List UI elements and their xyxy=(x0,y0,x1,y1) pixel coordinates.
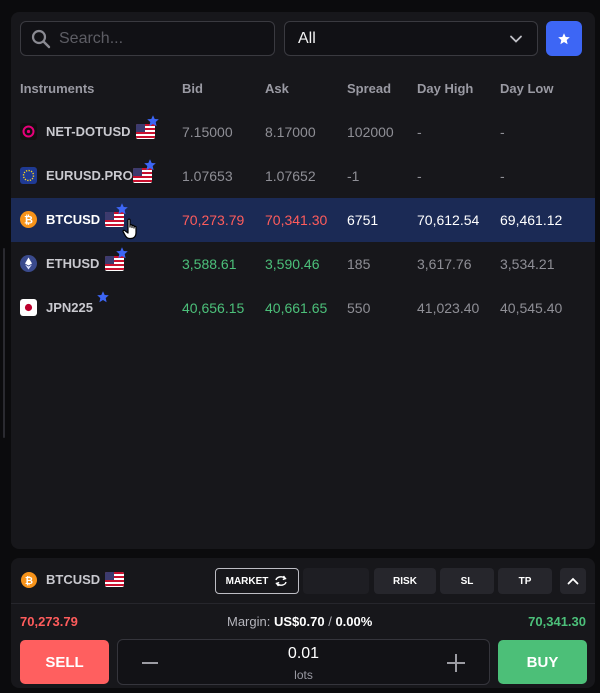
ask-value: 70,341.30 xyxy=(265,212,328,228)
ask-value: 1.07652 xyxy=(265,168,316,184)
favorite-star-icon[interactable] xyxy=(143,158,157,172)
table-row[interactable]: JPN225 40,656.15 40,661.65 550 41,023.40… xyxy=(11,286,595,330)
day-high-value: 3,617.76 xyxy=(417,256,472,272)
ask-value: 8.17000 xyxy=(265,124,316,140)
day-low-value: - xyxy=(500,168,505,184)
lots-unit-label: lots xyxy=(294,668,313,682)
bid-value: 7.15000 xyxy=(182,124,233,140)
sell-button[interactable]: SELL xyxy=(20,640,109,684)
star-icon xyxy=(558,32,570,44)
ask-value: 3,590.46 xyxy=(265,256,320,272)
svg-text:₿: ₿ xyxy=(25,575,33,587)
margin-value: US$0.70 xyxy=(273,614,325,629)
day-low-value: 69,461.12 xyxy=(500,212,563,228)
lots-stepper[interactable]: 0.01 lots xyxy=(117,639,490,685)
instruments-panel: All Instruments Bid Ask Spread Day High … xyxy=(11,12,595,549)
bid-value: 70,273.79 xyxy=(182,212,245,228)
instrument-name: ETHUSD xyxy=(46,256,100,271)
search-input[interactable] xyxy=(59,29,259,48)
order-type-button[interactable]: MARKET xyxy=(215,568,299,594)
lots-value[interactable]: 0.01 xyxy=(118,645,489,663)
day-low-value: - xyxy=(500,124,505,140)
search-icon xyxy=(31,29,51,48)
instrument-name: JPN225 xyxy=(46,300,93,315)
order-ask-price: 70,341.30 xyxy=(528,614,586,629)
favorites-filter-button[interactable] xyxy=(546,21,582,56)
table-row[interactable]: NET-DOTUSD 7.15000 8.17000 102000 - - xyxy=(11,110,595,154)
table-row-selected[interactable]: ₿ BTCUSD 70,273.79 70,341.30 6751 70,612… xyxy=(11,198,595,242)
column-header-bid[interactable]: Bid xyxy=(182,81,203,96)
spread-value: 550 xyxy=(347,300,371,316)
polkadot-icon xyxy=(20,123,37,140)
spread-value: 185 xyxy=(347,256,371,272)
us-flag-icon xyxy=(105,572,124,587)
filter-dropdown[interactable]: All xyxy=(284,21,538,56)
favorite-star-icon[interactable] xyxy=(115,202,129,216)
order-panel: ₿ BTCUSD MARKET RISK SL TP 70,273.79 Mar… xyxy=(11,558,595,688)
order-instrument-name: BTCUSD xyxy=(46,572,101,587)
order-bid-price: 70,273.79 xyxy=(20,614,78,629)
bitcoin-icon: ₿ xyxy=(20,211,37,228)
spread-value: 6751 xyxy=(347,212,379,228)
day-high-value: - xyxy=(417,168,422,184)
table-row[interactable]: EURUSD.PRO 1.07653 1.07652 -1 - - xyxy=(11,154,595,198)
day-low-value: 3,534.21 xyxy=(500,256,555,272)
favorite-star-icon[interactable] xyxy=(115,246,129,260)
instrument-name: EURUSD.PRO xyxy=(46,168,133,183)
column-header-spread[interactable]: Spread xyxy=(347,81,391,96)
day-low-value: 40,545.40 xyxy=(500,300,563,316)
increase-lots-button[interactable] xyxy=(447,654,465,672)
japan-flag-icon xyxy=(20,299,37,316)
svg-text:₿: ₿ xyxy=(24,215,33,227)
order-type-label: MARKET xyxy=(225,575,269,587)
eu-flag-icon xyxy=(20,167,37,184)
spread-value: 102000 xyxy=(347,124,394,140)
divider xyxy=(11,603,595,604)
spread-value: -1 xyxy=(347,168,360,184)
column-header-ask[interactable]: Ask xyxy=(265,81,289,96)
day-high-value: 41,023.40 xyxy=(417,300,480,316)
scrollbar[interactable] xyxy=(3,248,5,438)
chevron-down-icon xyxy=(510,35,522,43)
hand-cursor-icon xyxy=(122,218,137,240)
favorite-star-icon[interactable] xyxy=(146,114,160,128)
instrument-name: BTCUSD xyxy=(46,212,101,227)
buy-button[interactable]: BUY xyxy=(498,640,587,684)
take-profit-button[interactable]: TP xyxy=(498,568,552,594)
collapse-button[interactable] xyxy=(560,568,586,594)
bid-value: 40,656.15 xyxy=(182,300,245,316)
bid-value: 3,588.61 xyxy=(182,256,237,272)
bitcoin-icon: ₿ xyxy=(21,572,37,588)
column-header-day-high[interactable]: Day High xyxy=(417,81,473,96)
ask-value: 40,661.65 xyxy=(265,300,328,316)
risk-button[interactable]: RISK xyxy=(374,568,436,594)
margin-percent: 0.00% xyxy=(335,614,373,629)
column-header-day-low[interactable]: Day Low xyxy=(500,81,553,96)
column-header-instruments[interactable]: Instruments xyxy=(20,81,94,96)
margin-separator: / xyxy=(328,614,332,629)
stop-loss-button[interactable]: SL xyxy=(440,568,494,594)
instrument-name: NET-DOTUSD xyxy=(46,124,131,139)
table-row[interactable]: ETHUSD 3,588.61 3,590.46 185 3,617.76 3,… xyxy=(11,242,595,286)
margin-label: Margin: xyxy=(227,614,271,629)
filter-selected-value: All xyxy=(298,29,316,47)
chevron-up-icon xyxy=(567,577,579,585)
day-high-value: 70,612.54 xyxy=(417,212,480,228)
margin-info: Margin: US$0.70 / 0.00% xyxy=(227,614,372,629)
order-option-empty[interactable] xyxy=(303,568,369,594)
swap-icon xyxy=(275,575,288,587)
bid-value: 1.07653 xyxy=(182,168,233,184)
search-box[interactable] xyxy=(20,21,275,56)
day-high-value: - xyxy=(417,124,422,140)
ethereum-icon xyxy=(20,255,37,272)
favorite-star-icon[interactable] xyxy=(96,290,110,304)
